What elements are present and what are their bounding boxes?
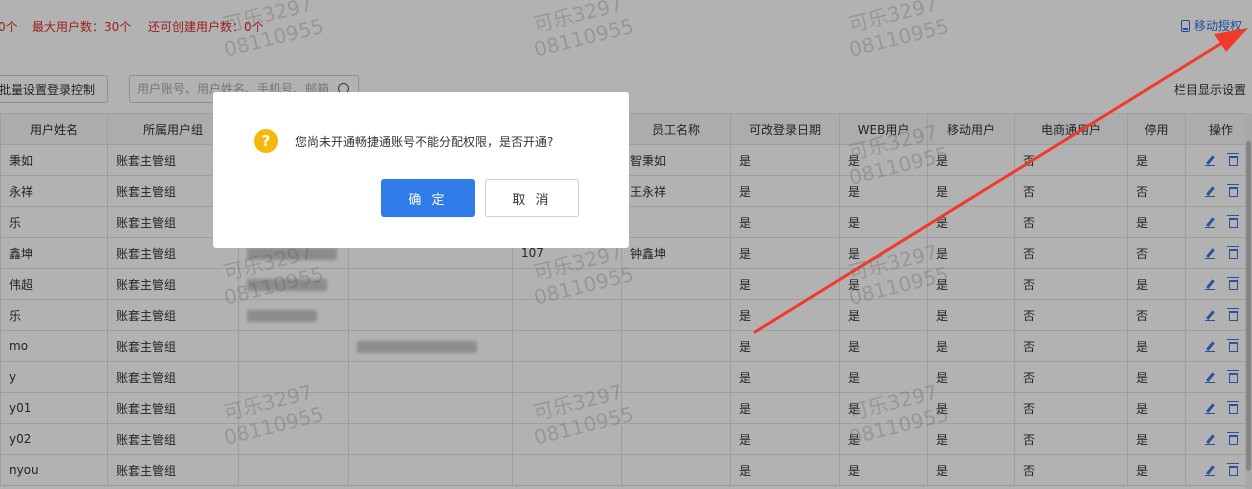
cancel-button[interactable]: 取 消 <box>485 179 579 217</box>
confirm-button[interactable]: 确 定 <box>381 179 475 217</box>
question-icon: ? <box>254 129 278 153</box>
confirm-dialog: ? 您尚未开通畅捷通账号不能分配权限，是否开通? 确 定 取 消 <box>213 92 629 248</box>
dialog-message: 您尚未开通畅捷通账号不能分配权限，是否开通? <box>295 135 554 149</box>
